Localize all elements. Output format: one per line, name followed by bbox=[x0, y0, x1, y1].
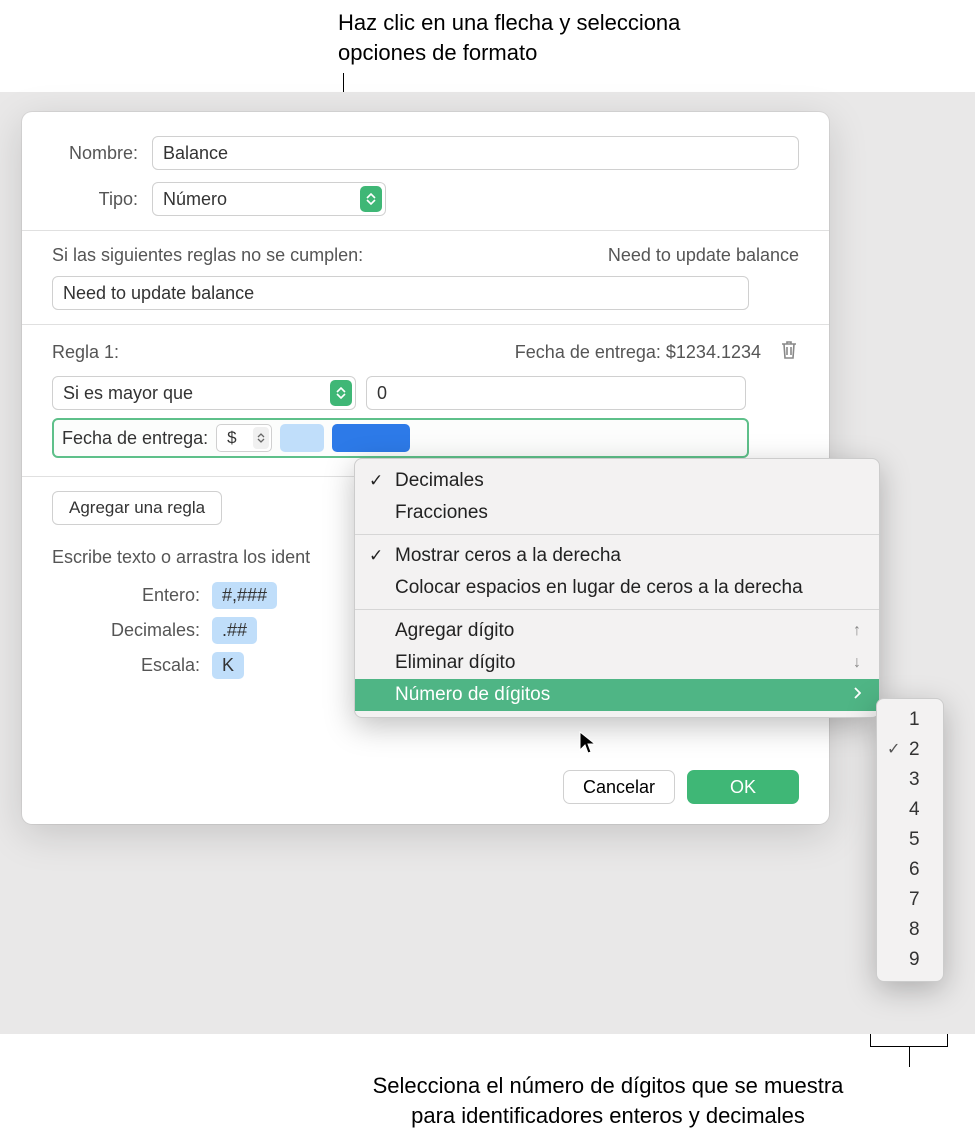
submenu-label: 8 bbox=[909, 919, 920, 940]
submenu-label: 3 bbox=[909, 769, 920, 790]
decimal-token[interactable] bbox=[332, 424, 410, 452]
menu-label: Eliminar dígito bbox=[395, 652, 515, 674]
callout-bracket-bottom bbox=[870, 1034, 948, 1067]
submenu-label: 2 bbox=[909, 739, 920, 760]
menu-item-mostrar-ceros[interactable]: ✓ Mostrar ceros a la derecha bbox=[355, 540, 879, 572]
escala-token[interactable]: K bbox=[212, 652, 244, 679]
type-select-value: Número bbox=[163, 189, 227, 210]
menu-item-agregar-digito[interactable]: Agregar dígito ↑ bbox=[355, 615, 879, 647]
check-icon: ✓ bbox=[369, 471, 383, 491]
menu-item-fracciones[interactable]: Fracciones bbox=[355, 497, 879, 529]
up-arrow-icon: ↑ bbox=[853, 622, 861, 640]
submenu-item-1[interactable]: 1 bbox=[877, 705, 943, 735]
submenu-item-7[interactable]: 7 bbox=[877, 885, 943, 915]
decimales-label: Decimales: bbox=[92, 620, 212, 641]
name-input[interactable] bbox=[152, 136, 799, 170]
menu-label: Mostrar ceros a la derecha bbox=[395, 545, 621, 567]
submenu-item-3[interactable]: 3 bbox=[877, 765, 943, 795]
check-icon: ✓ bbox=[887, 739, 900, 759]
add-rule-button[interactable]: Agregar una regla bbox=[52, 491, 222, 525]
menu-label: Número de dígitos bbox=[395, 684, 550, 706]
type-select[interactable]: Número bbox=[152, 182, 386, 216]
select-arrows-icon bbox=[360, 186, 382, 212]
integer-token[interactable] bbox=[280, 424, 324, 452]
format-options-menu: ✓ Decimales Fracciones ✓ Mostrar ceros a… bbox=[354, 458, 880, 718]
name-label: Nombre: bbox=[52, 143, 152, 164]
submenu-label: 9 bbox=[909, 949, 920, 970]
condition-value: Si es mayor que bbox=[63, 383, 193, 404]
annotation-top-line1: Haz clic en una flecha y selecciona bbox=[338, 8, 680, 38]
entero-token[interactable]: #,### bbox=[212, 582, 277, 609]
menu-item-numero-digitos[interactable]: Número de dígitos bbox=[355, 679, 879, 711]
submenu-label: 4 bbox=[909, 799, 920, 820]
currency-value: $ bbox=[227, 428, 236, 448]
condition-select[interactable]: Si es mayor que bbox=[52, 376, 356, 410]
cursor-icon bbox=[578, 730, 598, 761]
chevron-right-icon bbox=[853, 686, 861, 704]
submenu-label: 6 bbox=[909, 859, 920, 880]
format-row[interactable]: Fecha de entrega: $ bbox=[52, 418, 749, 458]
menu-separator bbox=[355, 534, 879, 535]
submenu-item-4[interactable]: 4 bbox=[877, 795, 943, 825]
digits-submenu: 1✓23456789 bbox=[876, 698, 944, 982]
check-icon: ✓ bbox=[369, 546, 383, 566]
submenu-item-5[interactable]: 5 bbox=[877, 825, 943, 855]
annotation-top-line2: opciones de formato bbox=[338, 38, 680, 68]
menu-item-decimales[interactable]: ✓ Decimales bbox=[355, 465, 879, 497]
entero-label: Entero: bbox=[92, 585, 212, 606]
annotation-top: Haz clic en una flecha y selecciona opci… bbox=[338, 8, 680, 67]
menu-item-colocar-espacios[interactable]: Colocar espacios en lugar de ceros a la … bbox=[355, 572, 879, 604]
currency-select[interactable]: $ bbox=[216, 424, 272, 452]
format-prefix-text: Fecha de entrega: bbox=[62, 428, 208, 449]
submenu-label: 1 bbox=[909, 709, 920, 730]
cancel-button[interactable]: Cancelar bbox=[563, 770, 675, 804]
select-arrows-icon bbox=[330, 380, 352, 406]
menu-label: Fracciones bbox=[395, 502, 488, 524]
rules-message-input[interactable] bbox=[52, 276, 749, 310]
type-label: Tipo: bbox=[52, 189, 152, 210]
rule1-label: Regla 1: bbox=[52, 342, 119, 363]
rules-preview: Need to update balance bbox=[608, 245, 799, 266]
ok-button[interactable]: OK bbox=[687, 770, 799, 804]
submenu-label: 5 bbox=[909, 829, 920, 850]
divider bbox=[22, 324, 829, 325]
submenu-item-2[interactable]: ✓2 bbox=[877, 735, 943, 765]
chevron-updown-icon bbox=[253, 427, 269, 449]
menu-separator bbox=[355, 609, 879, 610]
annotation-bottom-line1: Selecciona el número de dígitos que se m… bbox=[288, 1071, 928, 1101]
down-arrow-icon: ↓ bbox=[853, 654, 861, 672]
trash-icon[interactable] bbox=[779, 339, 799, 366]
menu-label: Decimales bbox=[395, 470, 484, 492]
decimales-token[interactable]: .## bbox=[212, 617, 257, 644]
rule1-preview: Fecha de entrega: $1234.1234 bbox=[515, 342, 761, 363]
menu-label: Colocar espacios en lugar de ceros a la … bbox=[395, 577, 803, 599]
submenu-item-9[interactable]: 9 bbox=[877, 945, 943, 975]
submenu-item-6[interactable]: 6 bbox=[877, 855, 943, 885]
annotation-bottom-line2: para identificadores enteros y decimales bbox=[288, 1101, 928, 1131]
divider bbox=[22, 230, 829, 231]
rules-intro-label: Si las siguientes reglas no se cumplen: bbox=[52, 245, 363, 266]
condition-value-input[interactable] bbox=[366, 376, 746, 410]
submenu-label: 7 bbox=[909, 889, 920, 910]
escala-label: Escala: bbox=[92, 655, 212, 676]
annotation-bottom: Selecciona el número de dígitos que se m… bbox=[288, 1071, 928, 1130]
submenu-item-8[interactable]: 8 bbox=[877, 915, 943, 945]
menu-item-eliminar-digito[interactable]: Eliminar dígito ↓ bbox=[355, 647, 879, 679]
menu-label: Agregar dígito bbox=[395, 620, 514, 642]
